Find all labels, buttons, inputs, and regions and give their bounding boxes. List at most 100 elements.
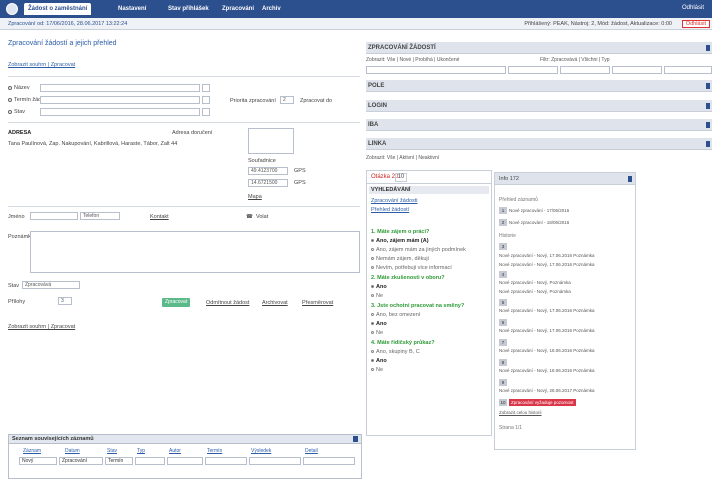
archive-link[interactable]: Archivovat [262,300,288,306]
name-field[interactable] [30,212,78,220]
phone-icon[interactable]: ☎ [246,214,253,220]
term-cell[interactable] [205,457,247,465]
history-item[interactable]: Nové zpracování - Nový, 17.06.2016 Pozná… [499,253,595,258]
col-author[interactable]: Autor [169,448,181,454]
collapse-icon[interactable] [706,45,710,51]
radio-icon [371,322,374,326]
collapse-icon[interactable] [706,141,710,147]
reject-link[interactable]: Odmítnout žádost [206,300,249,306]
expand-icon[interactable] [706,122,710,128]
name-picker-icon[interactable] [202,84,210,92]
tab-applications[interactable]: Žádost o zaměstnání [24,3,92,15]
search-input-5[interactable] [664,66,712,74]
contact-link[interactable]: Kontakt [150,214,169,220]
map-link[interactable]: Mapa [248,194,262,200]
attention-badge[interactable]: Zpracování vyžaduje pozornost [509,399,576,406]
note-textarea[interactable] [30,231,360,273]
section-iba[interactable]: IBA [366,119,712,131]
section-pole[interactable]: POLE [366,80,712,92]
detail-cell[interactable] [303,457,355,465]
term-input[interactable] [40,96,200,104]
col-detail[interactable]: Detail [305,448,318,454]
search-input-2[interactable] [508,66,558,74]
q3-option-1[interactable]: Ano, bez omezení [371,312,420,318]
history-item[interactable]: Nové zpracování - Nový, 17.06.2016 Pozná… [499,328,595,333]
type-cell[interactable] [135,457,165,465]
pin-icon[interactable] [353,436,358,442]
history-item[interactable]: Nové zpracování - Nový, Poznámka [499,289,571,294]
state-input[interactable] [40,108,200,116]
history-item[interactable]: Nové zpracování - Nový, 28.06.2017 Pozná… [499,388,595,393]
term-picker-icon[interactable] [202,96,210,104]
author-cell[interactable] [167,457,203,465]
history-item[interactable]: Nové zpracování - Nový, Poznámka [499,280,571,285]
history-item[interactable]: Nové zpracování - 18/06/2016 [509,220,569,225]
col-result[interactable]: Výsledek [251,448,271,454]
section-login[interactable]: LOGIN [366,100,712,112]
q3-option-3[interactable]: Ne [371,330,383,336]
tab-question-count[interactable]: 10 [395,173,407,182]
col-term[interactable]: Termín [207,448,222,454]
process-button[interactable]: Zpracovat [162,298,191,307]
q2-option-1[interactable]: Ano [371,284,387,290]
history-item[interactable]: Nové zpracování - Nový, 17.06.2016 Pozná… [499,262,595,267]
search-input-4[interactable] [612,66,662,74]
full-history-link[interactable]: Zobrazit celou historii [499,410,542,415]
tab-settings[interactable]: Nastavení [118,5,146,14]
collapse-icon[interactable] [628,176,632,182]
radio-name[interactable]: Název [8,85,30,91]
state-cell[interactable]: Termín [105,457,133,465]
q-link-overview[interactable]: Přehled žádostí [371,207,409,213]
col-record[interactable]: Záznam [23,448,41,454]
search-panel-header[interactable]: ZPRACOVÁNÍ ŽÁDOSTÍ [366,42,712,54]
record-cell[interactable]: Nový [19,457,57,465]
col-state[interactable]: Stav [107,448,117,454]
q1-option-1[interactable]: Ano, zájem mám (A) [371,238,429,244]
records-label: Přehled záznamů [499,197,538,203]
filter-right[interactable]: Filtr: Zpracovává | Všichni | Typ [540,57,609,63]
radio-state[interactable]: Stav [8,109,25,115]
expand-icon[interactable] [706,103,710,109]
logout-link[interactable]: Odhlásit [682,5,704,11]
history-item[interactable]: Nové zpracování - Nový, 18.06.2016 Pozná… [499,348,595,353]
q2-option-2[interactable]: Ne [371,293,383,299]
q4-option-1[interactable]: Ano, skupiny B, C [371,349,420,355]
search-input-1[interactable] [366,66,506,74]
q1-option-2[interactable]: Ano, zájem mám za jiných podmínek [371,247,466,253]
phone-field[interactable]: Telefon [80,212,120,220]
col-type[interactable]: Typ [137,448,145,454]
longitude-input[interactable]: 14.6721500 [248,179,288,187]
q1-option-3[interactable]: Nemám zájem, děkuji [371,256,429,262]
expand-icon[interactable] [706,83,710,89]
tab-archive[interactable]: Archiv [262,5,281,14]
delivery-address-box[interactable] [248,128,294,154]
attachments-count[interactable]: 3 [58,297,72,305]
tab-status[interactable]: Stav přihlášek [168,5,209,14]
filter-left[interactable]: Zobrazit: Vše | Nové | Probíhá | Ukončen… [366,57,459,63]
q-link-processing[interactable]: Zpracování žádosti [371,198,417,204]
state-select[interactable]: Zpracovává [22,281,80,289]
history-item[interactable]: Nové zpracování - Nový, 18.06.2016 Pozná… [499,368,595,373]
latitude-input[interactable]: 49.4123700 [248,167,288,175]
logout-button[interactable]: Odhlásit [681,20,710,28]
q4-option-2[interactable]: Ano [371,358,387,364]
col-date[interactable]: Datum [65,448,80,454]
state-picker-icon[interactable] [202,108,210,116]
date-cell[interactable]: Zpracování [59,457,103,465]
history-item[interactable]: Nové zpracování - Nový, 17.06.2016 Pozná… [499,308,595,313]
q4-option-3[interactable]: Ne [371,367,383,373]
linka-filter[interactable]: Zobrazit: Vše | Aktivní | Neaktivní [366,155,439,161]
redirect-link[interactable]: Přesměrovat [302,300,333,306]
search-input-3[interactable] [560,66,610,74]
result-cell[interactable] [249,457,301,465]
q3-option-2[interactable]: Ano [371,321,387,327]
history-item[interactable]: Nové zpracování - 17/06/2016 [509,208,569,213]
name-input[interactable] [40,84,200,92]
tab-processing[interactable]: Zpracování [222,5,254,14]
call-button[interactable]: Volat [256,214,268,220]
summary-link-bottom[interactable]: Zobrazit souhrn | Zpracovat [8,324,75,330]
priority-select[interactable]: 2 [280,96,294,104]
summary-link[interactable]: Zobrazit souhrn | Zpracovat [8,62,75,68]
q1-option-4[interactable]: Nevím, potřebuji více informací [371,265,452,271]
section-linka[interactable]: LINKA [366,138,712,150]
